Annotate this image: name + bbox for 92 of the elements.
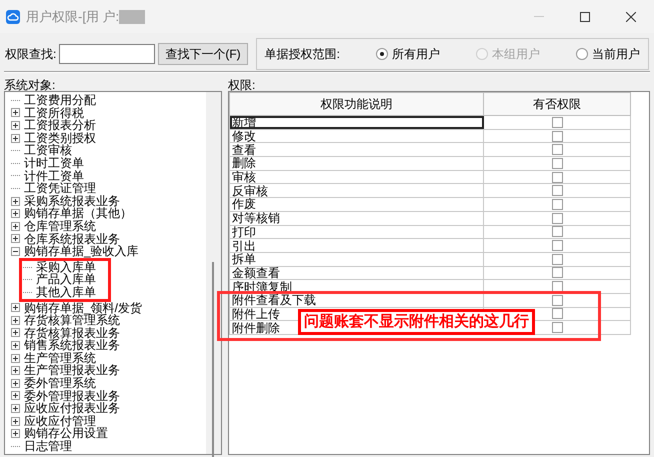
expand-icon[interactable] — [11, 222, 20, 231]
search-label: 权限查找: — [5, 46, 56, 62]
app-icon — [6, 10, 20, 24]
find-next-button[interactable]: 查找下一个(F) — [158, 42, 248, 64]
expand-icon[interactable] — [11, 209, 20, 218]
checkbox[interactable] — [552, 185, 563, 196]
tree-item[interactable]: 仓库系统报表业务 — [24, 232, 120, 246]
tree-item[interactable]: 应收应付管理 — [24, 414, 96, 428]
expand-icon[interactable] — [11, 196, 20, 206]
expand-icon[interactable] — [11, 234, 20, 244]
tree-item[interactable]: 购销存公用设置 — [24, 427, 108, 440]
checkbox[interactable] — [552, 144, 563, 156]
table-cell[interactable]: 对等核销 — [232, 211, 280, 226]
radio-label: 本组用户 — [492, 46, 540, 62]
tree-item[interactable]: 销售系统报表业务 — [24, 339, 120, 352]
table-cell[interactable]: 反审核 — [232, 184, 268, 198]
column-header: 有否权限 — [484, 92, 630, 116]
radio-label[interactable]: 当前用户 — [592, 44, 640, 62]
tree-item[interactable]: 仓库管理系统 — [24, 220, 96, 233]
expand-icon[interactable] — [11, 341, 20, 350]
tree-item[interactable]: 委外管理报表业务 — [24, 390, 120, 402]
tree-item[interactable]: 采购系统报表业务 — [24, 194, 120, 208]
expand-icon[interactable] — [11, 354, 20, 363]
expand-icon[interactable] — [11, 378, 20, 388]
checkbox[interactable] — [552, 281, 563, 292]
expand-icon[interactable] — [11, 108, 20, 118]
checkbox[interactable] — [552, 240, 563, 252]
tree-item[interactable]: 工资凭证管理 — [24, 182, 96, 195]
annotation-callout: 问题账套不显示附件相关的这几行 — [298, 309, 535, 336]
expand-icon[interactable] — [11, 429, 20, 438]
table-cell[interactable]: 附件上传 — [232, 306, 280, 321]
collapse-icon[interactable] — [11, 246, 20, 256]
checkbox[interactable] — [552, 212, 563, 224]
tree-item[interactable]: 工资所得税 — [24, 106, 84, 120]
checkbox[interactable] — [552, 254, 563, 265]
expand-icon[interactable] — [11, 134, 20, 143]
tree-item[interactable]: 日志管理 — [24, 440, 72, 453]
tree-item[interactable]: 工资费用分配 — [24, 94, 96, 107]
radio-button[interactable] — [576, 48, 588, 60]
scrollbar[interactable] — [206, 92, 221, 454]
tree-item[interactable]: 购销存单据（其他） — [24, 207, 132, 220]
radio-button[interactable] — [376, 48, 388, 60]
checkbox[interactable] — [552, 158, 563, 169]
checkbox[interactable] — [552, 116, 563, 128]
checkbox[interactable] — [552, 322, 563, 334]
expand-icon[interactable] — [11, 316, 20, 325]
expand-icon[interactable] — [11, 303, 20, 312]
table-cell[interactable]: 拆单 — [232, 252, 256, 266]
tree-item[interactable]: 计时工资单 — [24, 156, 84, 170]
tree-item[interactable]: 购销存单据_验收入库 — [24, 245, 139, 258]
table-cell[interactable]: 打印 — [232, 224, 256, 239]
tree-item[interactable]: 存货核算报表业务 — [24, 326, 120, 340]
table-cell[interactable]: 附件删除 — [232, 320, 280, 335]
tree-item[interactable]: 工资审核 — [24, 144, 72, 157]
table-cell[interactable]: 删除 — [232, 156, 256, 170]
checkbox[interactable] — [552, 267, 563, 278]
table-cell[interactable]: 审核 — [232, 170, 256, 184]
checkbox[interactable] — [552, 198, 563, 210]
table-cell[interactable]: 引出 — [232, 238, 256, 253]
checkbox[interactable] — [552, 308, 563, 320]
checkbox[interactable] — [552, 226, 563, 238]
tree-item[interactable]: 工资报表分析 — [24, 119, 96, 132]
radio-label[interactable]: 所有用户 — [392, 44, 440, 62]
scope-label: 单据授权范围: — [264, 46, 340, 62]
expand-icon[interactable] — [11, 366, 20, 376]
tree-item[interactable]: 产品入库单 — [36, 273, 96, 286]
tree-label: 系统对象: — [4, 77, 56, 91]
checkbox[interactable] — [552, 130, 563, 142]
expand-icon[interactable] — [11, 416, 20, 426]
expand-icon[interactable] — [11, 328, 20, 338]
table-cell[interactable]: 修改 — [232, 129, 256, 144]
expand-icon[interactable] — [11, 391, 20, 400]
tree-item[interactable]: 计件工资单 — [24, 170, 84, 182]
tree-item[interactable]: 其他入库单 — [36, 286, 96, 298]
tree-item[interactable]: 委外管理系统 — [24, 377, 96, 390]
checkbox[interactable] — [552, 172, 563, 183]
tree-item[interactable]: 工资类别授权 — [24, 132, 96, 144]
expand-icon[interactable] — [11, 120, 20, 130]
table-cell[interactable]: 查看 — [232, 142, 256, 157]
grid-label: 权限: — [228, 77, 256, 91]
tree-item[interactable]: 生产管理报表业务 — [24, 364, 120, 378]
tree-item[interactable]: 购销存单据_领料/发货 — [24, 302, 142, 314]
table-cell[interactable]: 金额查看 — [232, 266, 280, 280]
table-cell[interactable]: 作废 — [232, 197, 256, 212]
checkbox[interactable] — [552, 294, 563, 306]
window-title: 用户权限-[用 户: — [26, 8, 120, 26]
tree-item[interactable]: 采购入库单 — [36, 260, 96, 274]
column-header: 权限功能说明 — [230, 92, 484, 116]
expand-icon[interactable] — [11, 404, 20, 414]
tree-item[interactable]: 应收应付报表业务 — [24, 402, 120, 415]
search-field[interactable] — [59, 44, 156, 64]
tree-item[interactable]: 生产管理系统 — [24, 352, 96, 364]
